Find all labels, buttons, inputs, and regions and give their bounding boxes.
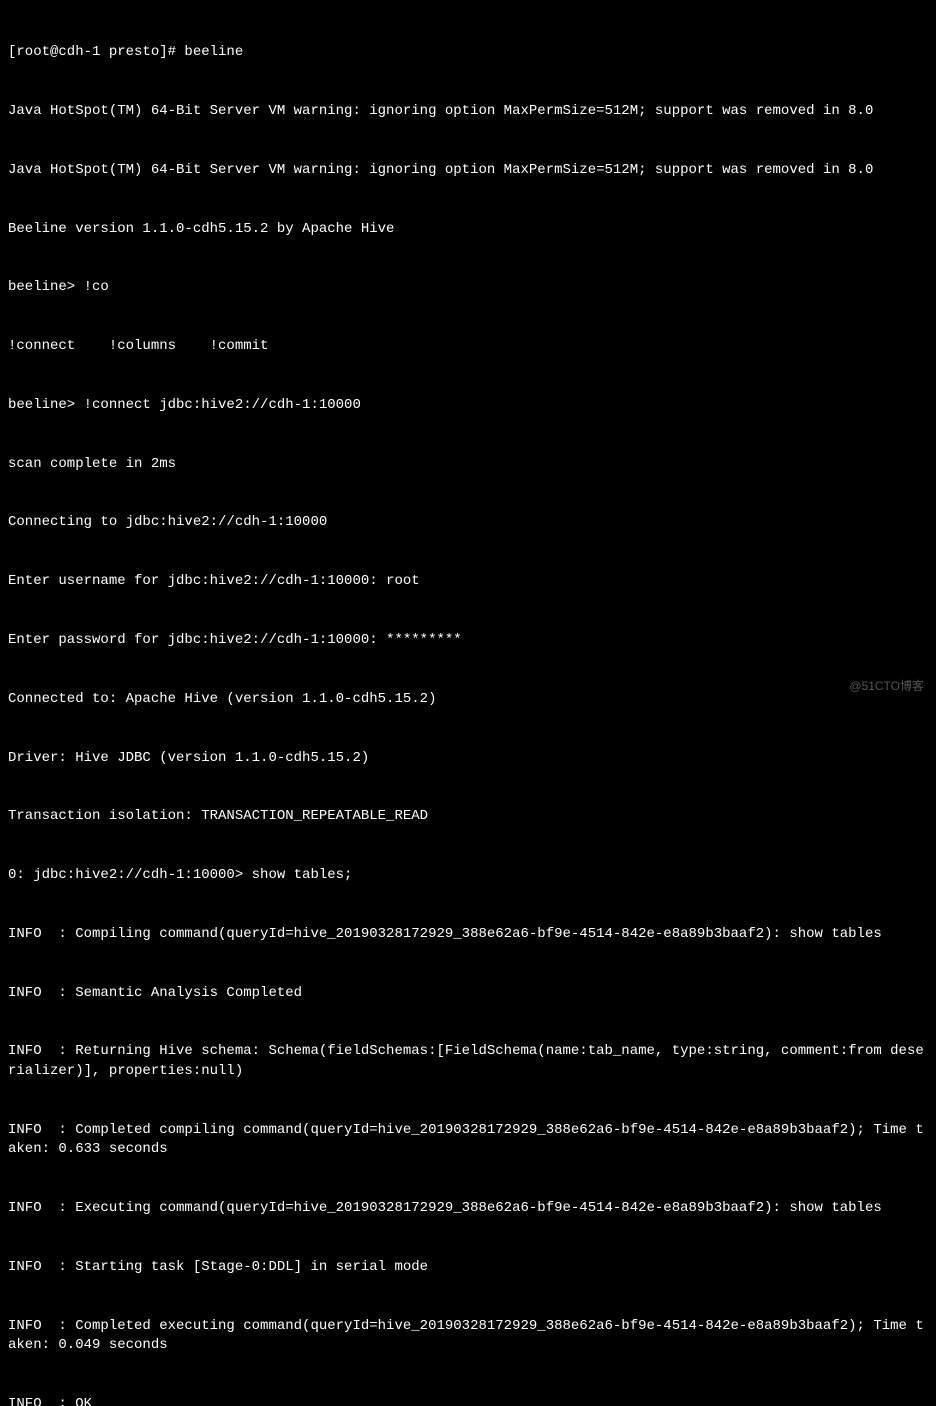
terminal-line: Connected to: Apache Hive (version 1.1.0… [8, 690, 928, 710]
terminal-line: Java HotSpot(TM) 64-Bit Server VM warnin… [8, 161, 928, 181]
terminal-line: Beeline version 1.1.0-cdh5.15.2 by Apach… [8, 220, 928, 240]
terminal-line: beeline> !co [8, 278, 928, 298]
terminal-line: scan complete in 2ms [8, 455, 928, 475]
terminal-line: INFO : Starting task [Stage-0:DDL] in se… [8, 1258, 928, 1278]
terminal-line: Driver: Hive JDBC (version 1.1.0-cdh5.15… [8, 749, 928, 769]
terminal-line: INFO : Compiling command(queryId=hive_20… [8, 925, 928, 945]
terminal-line: INFO : OK [8, 1395, 928, 1406]
terminal-line: beeline> !connect jdbc:hive2://cdh-1:100… [8, 396, 928, 416]
terminal-line: Transaction isolation: TRANSACTION_REPEA… [8, 807, 928, 827]
terminal-line: !connect !columns !commit [8, 337, 928, 357]
terminal-line: INFO : Completed executing command(query… [8, 1317, 928, 1356]
terminal-line: INFO : Semantic Analysis Completed [8, 984, 928, 1004]
terminal-line: Enter password for jdbc:hive2://cdh-1:10… [8, 631, 928, 651]
terminal-line: INFO : Returning Hive schema: Schema(fie… [8, 1042, 928, 1081]
terminal-line: [root@cdh-1 presto]# beeline [8, 43, 928, 63]
watermark: @51CTO博客 [849, 678, 924, 695]
terminal-line: INFO : Executing command(queryId=hive_20… [8, 1199, 928, 1219]
terminal-line: 0: jdbc:hive2://cdh-1:10000> show tables… [8, 866, 928, 886]
terminal-line: Enter username for jdbc:hive2://cdh-1:10… [8, 572, 928, 592]
terminal-line: Connecting to jdbc:hive2://cdh-1:10000 [8, 513, 928, 533]
terminal-line: INFO : Completed compiling command(query… [8, 1121, 928, 1160]
terminal-line: Java HotSpot(TM) 64-Bit Server VM warnin… [8, 102, 928, 122]
terminal-output[interactable]: [root@cdh-1 presto]# beeline Java HotSpo… [8, 4, 928, 1406]
